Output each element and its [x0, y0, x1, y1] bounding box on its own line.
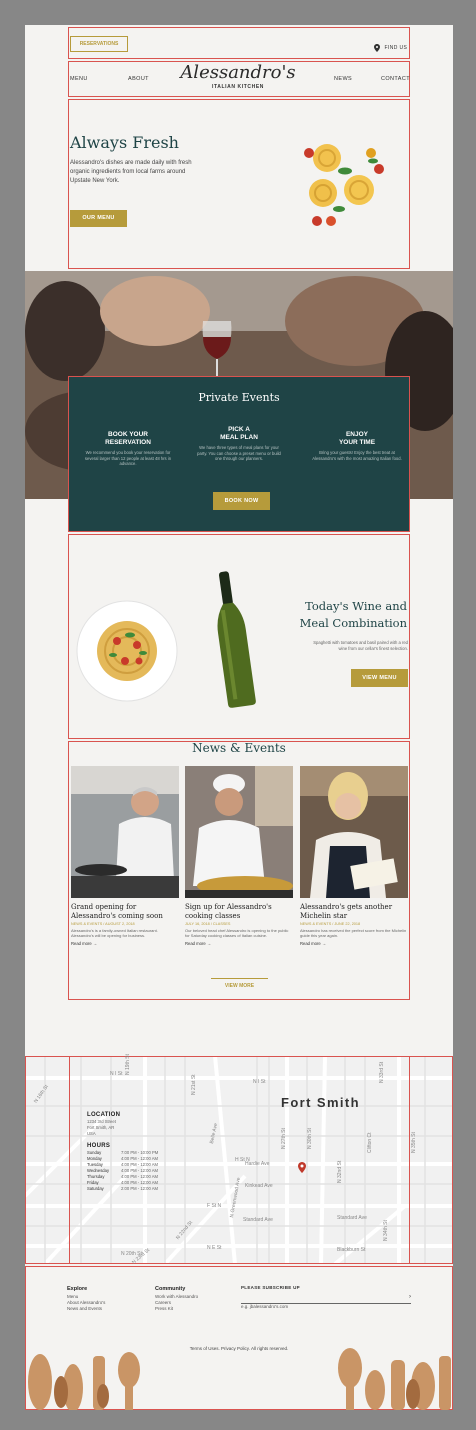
step-3-heading: ENJOY YOUR TIME: [338, 431, 376, 446]
street-label-n-30th: N 30th St: [307, 1128, 313, 1149]
card-1-title[interactable]: Grand opening for Alessandro's coming so…: [71, 903, 179, 921]
community-heading: Community: [155, 1286, 186, 1292]
newsletter-input[interactable]: e.g. jbalessandro's.com: [241, 1304, 288, 1309]
event-step-3: ENJOY YOUR TIME Bring your guests! Enjoy…: [312, 431, 402, 461]
wine-text-line-2: wine from our cellar's finest selection.: [338, 646, 408, 651]
hero-body: Alessandro's dishes are made daily with …: [70, 160, 192, 184]
wine-text: Spaghetti with tomatoes and basil paired…: [265, 640, 408, 652]
our-menu-button[interactable]: OUR MENU: [70, 210, 127, 227]
address-line-3: USA: [87, 1131, 96, 1136]
card-1-body: Alessandro's is a family-owned Italian r…: [71, 928, 158, 939]
card-2-read-more[interactable]: Read more →: [185, 941, 293, 946]
card-3-body: Alessandro has received the perfect scor…: [300, 928, 407, 939]
explore-heading: Explore: [67, 1286, 88, 1292]
footer-community: Community Work with Alessandro Careers P…: [155, 1286, 245, 1313]
street-label-n-32nd: N 32nd St: [337, 1160, 343, 1183]
step-2-heading: PICK A MEAL PLAN: [220, 426, 258, 441]
chef-cooking-photo: [71, 766, 179, 898]
hours-day: Saturday: [87, 1186, 104, 1191]
news-card-1[interactable]: Grand opening for Alessandro's coming so…: [71, 903, 179, 946]
news-card-2[interactable]: Sign up for Alessandro's cooking classes…: [185, 903, 293, 946]
wine-title-line-2: Meal Combination: [299, 616, 407, 630]
chef-class-photo: [185, 766, 293, 898]
hours-heading: HOURS: [87, 1143, 111, 1149]
footer-link-press[interactable]: Press Kit: [155, 1306, 245, 1312]
hours-table: Sunday 7:00 PM - 10:00 PM Monday 4:00 PM -…: [87, 1150, 177, 1192]
street-label-hardie: Hardie Ave: [245, 1161, 270, 1167]
street-label-f-st: F St N: [207, 1203, 222, 1209]
news-title: News & Events: [192, 741, 286, 755]
street-label-n-i-2: N I St: [253, 1079, 266, 1085]
card-3-meta: NEWS & EVENTS / JUNE 22, 2018: [300, 922, 361, 926]
newsletter-heading: PLEASE SUBSCRIBE UP: [241, 1285, 300, 1290]
street-label-kinkead: Kinkead Ave: [245, 1183, 273, 1189]
nav-menu[interactable]: MENU: [70, 76, 88, 82]
card-2-body: Our beloved head chef Alessandro is open…: [185, 928, 289, 939]
find-us-label: FIND US: [384, 44, 408, 51]
page: RESERVATIONS FIND US MENU ABOUT NEWS CON…: [25, 25, 453, 1410]
step-1-text: We recommend you book your reservation f…: [84, 450, 172, 467]
hours-row: Saturday 2:00 PM - 12:00 AM: [87, 1186, 177, 1192]
map-marker-icon[interactable]: [298, 1162, 306, 1173]
chef-reading-photo: [300, 766, 408, 898]
logo[interactable]: Alessandro's ITALIAN KITCHEN: [173, 62, 303, 91]
card-3-read-more[interactable]: Read more →: [300, 941, 408, 946]
step-3-text: Bring your guests! Enjoy the best treat …: [312, 450, 402, 461]
street-label-clifton: Clifton Ct: [367, 1132, 373, 1153]
private-events-title: Private Events: [198, 391, 280, 404]
find-us-link[interactable]: FIND US: [374, 39, 407, 57]
logo-script: Alessandro's: [180, 62, 296, 83]
card-1-read-more[interactable]: Read more →: [71, 941, 179, 946]
card-2-title[interactable]: Sign up for Alessandro's cooking classes: [185, 903, 293, 921]
street-label-n-i-1: N I St: [110, 1071, 123, 1077]
newsletter: PLEASE SUBSCRIBE UP e.g. jbalessandro's.…: [241, 1285, 411, 1309]
location-heading: LOCATION: [87, 1112, 121, 1118]
nav-about[interactable]: ABOUT: [128, 76, 149, 82]
newsletter-field[interactable]: e.g. jbalessandro's.com ›: [241, 1294, 411, 1309]
street-label-n-33rd: N 33rd St: [379, 1061, 385, 1083]
news-card-3[interactable]: Alessandro's gets another Michelin star …: [300, 903, 408, 946]
view-menu-button[interactable]: VIEW MENU: [351, 669, 408, 687]
footer-explore: Explore Menu About Alessandro's News and…: [67, 1286, 147, 1313]
wine-title-line-1: Today's Wine and: [305, 599, 407, 613]
street-label-n-19th: N 19th St: [125, 1054, 131, 1075]
nav-news[interactable]: NEWS: [334, 76, 352, 82]
spaghetti-plate-image: [76, 600, 178, 702]
footer-link-news[interactable]: News and Events: [67, 1306, 147, 1312]
hours-time: 2:00 PM - 12:00 AM: [121, 1186, 159, 1191]
street-label-blackburn: Blackburn St: [337, 1247, 366, 1253]
street-label-n-35th: N 35th St: [411, 1132, 417, 1153]
map-city-label: Fort Smith: [281, 1095, 360, 1110]
step-2-text: We have three types of meal plans for yo…: [197, 445, 281, 462]
event-step-2: PICK A MEAL PLAN We have three types of …: [194, 426, 284, 462]
card-1-meta: NEWS & EVENTS / AUGUST 2, 2018: [71, 922, 135, 926]
view-more-button[interactable]: VIEW MORE: [211, 978, 268, 994]
map-pin-icon: [374, 43, 380, 52]
card-2-meta: JULY 16, 2018 / CLASSES: [185, 922, 231, 926]
logo-subtitle: ITALIAN KITCHEN: [212, 84, 264, 90]
street-label-standard: Standard Ave: [243, 1217, 273, 1223]
location-info: LOCATION 1234 3rd Street Fort Smith, AR …: [87, 1112, 177, 1192]
wine-title: Today's Wine and Meal Combination: [275, 598, 407, 632]
step-1-heading: BOOK YOUR RESERVATION: [105, 431, 151, 446]
event-step-1: BOOK YOUR RESERVATION We recommend you b…: [83, 431, 173, 467]
wine-bottle-image: [217, 571, 256, 708]
arrow-right-icon[interactable]: ›: [409, 1294, 411, 1300]
street-label-n-27th: N 27th St: [281, 1128, 287, 1149]
book-now-button[interactable]: BOOK NOW: [213, 492, 270, 510]
pasta-nests-image: [304, 144, 384, 226]
street-label-n-e-st: N E St: [207, 1245, 222, 1251]
street-label-n-21st: N 21st St: [191, 1074, 197, 1095]
hero-title: Always Fresh: [70, 133, 179, 152]
card-3-title[interactable]: Alessandro's gets another Michelin star: [300, 903, 408, 921]
street-label-n-34th: N 34th St: [383, 1220, 389, 1241]
wooden-utensils-image: [28, 1348, 451, 1410]
nav-contact[interactable]: CONTACT: [381, 76, 410, 82]
reservations-button[interactable]: RESERVATIONS: [70, 36, 128, 52]
street-label-standard-2: Standard Ave: [337, 1215, 367, 1221]
